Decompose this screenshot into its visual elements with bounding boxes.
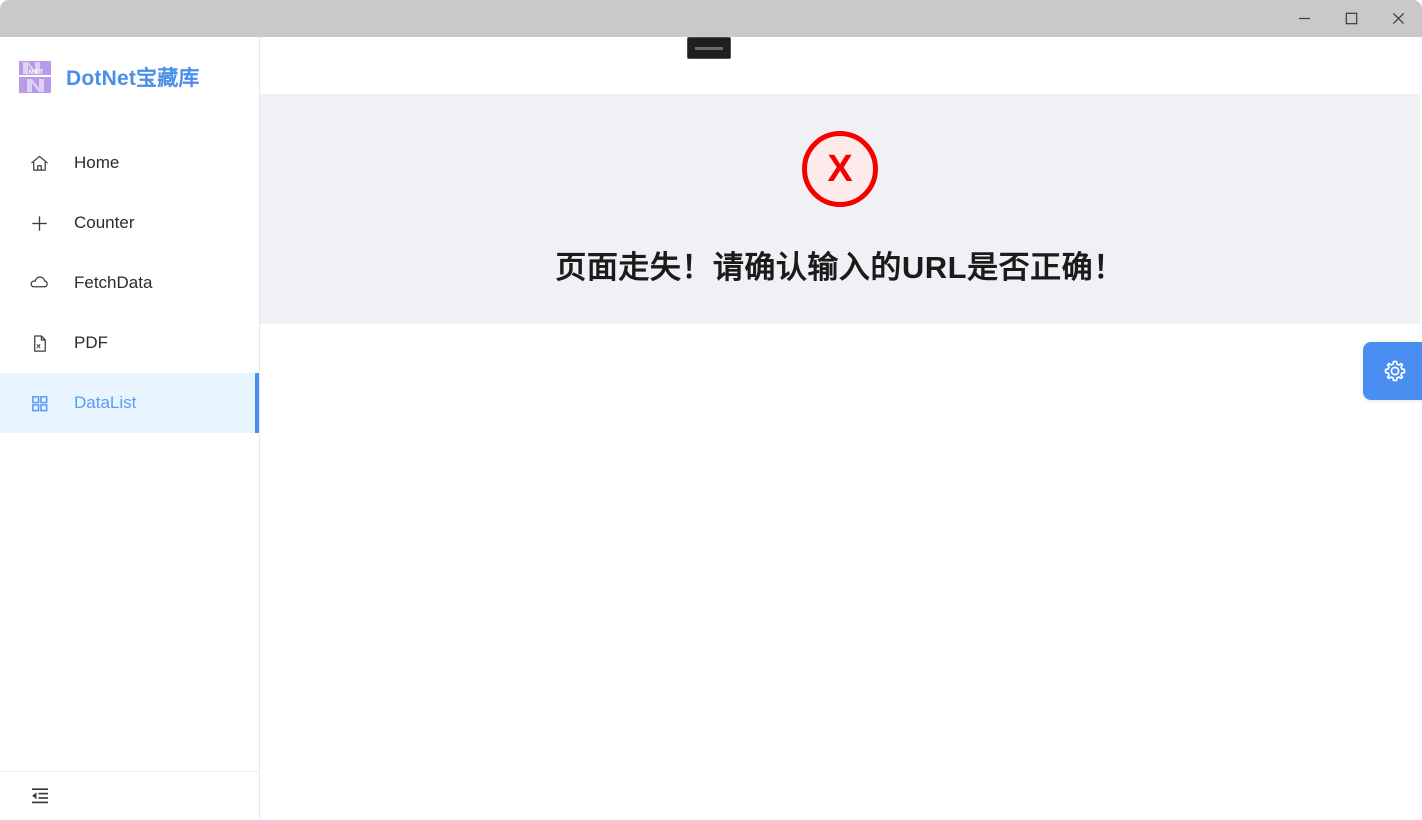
main-content: X 页面走失！请确认输入的URL是否正确！ (260, 37, 1422, 820)
app-window: .NET DotNet宝藏库 Home Counter FetchData PD… (0, 0, 1422, 820)
toast-pill-icon (687, 37, 731, 59)
error-panel: X 页面走失！请确认输入的URL是否正确！ (260, 94, 1420, 324)
brand-title: DotNet宝藏库 (66, 67, 200, 90)
sidebar-item-label: PDF (74, 333, 108, 352)
sidebar-item-counter[interactable]: Counter (0, 193, 259, 253)
plus-icon (28, 212, 50, 234)
sidebar-item-label: FetchData (74, 273, 153, 292)
error-x-glyph: X (827, 148, 853, 190)
cloud-icon (28, 272, 50, 294)
sidebar-item-datalist[interactable]: DataList (0, 373, 259, 433)
sidebar-item-label: Home (74, 153, 120, 172)
top-strip (260, 37, 1422, 94)
window-minimize-button[interactable] (1281, 0, 1328, 37)
content-body (260, 324, 1422, 820)
sidebar: .NET DotNet宝藏库 Home Counter FetchData PD… (0, 37, 260, 820)
error-circle-x-icon: X (802, 131, 878, 207)
collapse-sidebar-icon[interactable] (28, 784, 52, 808)
error-message: 页面走失！请确认输入的URL是否正确！ (555, 250, 1125, 285)
sidebar-item-pdf[interactable]: PDF (0, 313, 259, 373)
sidebar-item-label: Counter (74, 213, 135, 232)
sidebar-item-fetchdata[interactable]: FetchData (0, 253, 259, 313)
sidebar-item-home[interactable]: Home (0, 133, 259, 193)
svg-text:.NET: .NET (26, 69, 45, 76)
dotnet-logo-icon: .NET (18, 60, 52, 94)
sidebar-nav: Home Counter FetchData PDF DataList (0, 117, 259, 433)
settings-button[interactable] (1363, 342, 1422, 400)
grid-icon (28, 392, 50, 414)
gear-icon (1383, 359, 1407, 383)
brand: .NET DotNet宝藏库 (0, 37, 259, 117)
window-titlebar (0, 0, 1422, 37)
sidebar-footer (0, 771, 259, 820)
window-close-button[interactable] (1375, 0, 1422, 37)
sidebar-item-label: DataList (74, 393, 137, 412)
document-icon (28, 332, 50, 354)
window-maximize-button[interactable] (1328, 0, 1375, 37)
home-icon (28, 152, 50, 174)
toast-pill-bar (695, 46, 723, 50)
